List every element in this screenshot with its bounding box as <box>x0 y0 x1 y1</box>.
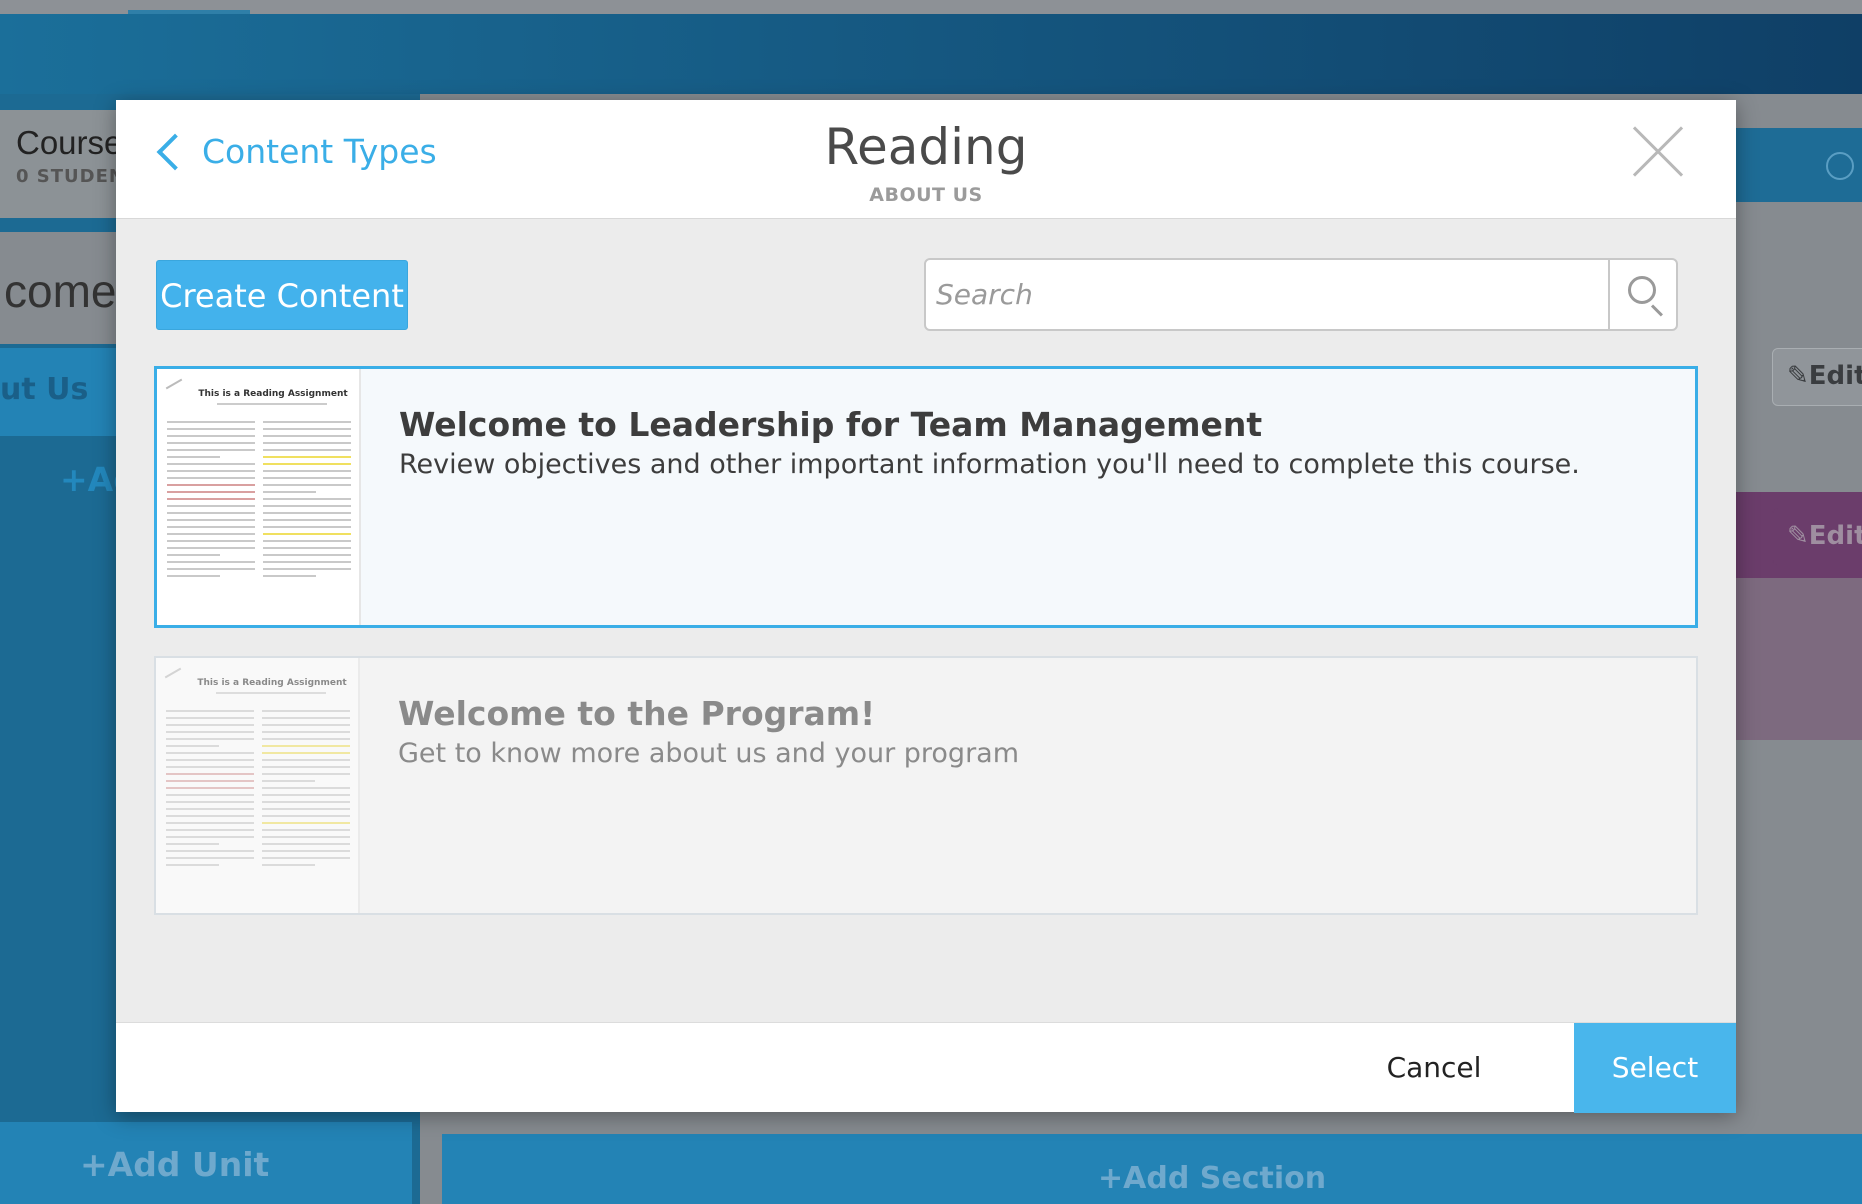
welcome-fragment: come! <box>4 265 130 317</box>
edit-button-2: ✎Edit <box>1772 508 1862 566</box>
reading-thumbnail: This is a Reading Assignment <box>157 369 361 625</box>
content-item[interactable]: This is a Reading Assignment Welcome to … <box>154 656 1698 915</box>
modal-footer: Cancel Select <box>116 1022 1736 1113</box>
content-picker-modal: Content Types Reading ABOUT US Create Co… <box>116 100 1736 1113</box>
modal-subtitle: ABOUT US <box>869 184 983 206</box>
content-item-selected[interactable]: This is a Reading Assignment Welcome to … <box>154 366 1698 628</box>
page-fold <box>164 667 182 679</box>
add-unit-label: +Add Unit <box>80 1145 270 1184</box>
top-nav-strip <box>0 0 1862 14</box>
thumbnail-title: This is a Reading Assignment <box>197 678 347 688</box>
content-item-title: Welcome to Leadership for Team Managemen… <box>399 405 1263 444</box>
content-item-title: Welcome to the Program! <box>398 694 876 733</box>
edit-button: ✎Edit <box>1772 348 1862 406</box>
search-icon-handle <box>1650 304 1663 317</box>
section-band-purple-light <box>1736 578 1862 740</box>
thumbnail-text-column <box>167 421 255 582</box>
close-icon[interactable] <box>1632 126 1684 178</box>
reading-thumbnail: This is a Reading Assignment <box>156 658 360 913</box>
modal-header: Content Types Reading ABOUT US <box>116 100 1736 219</box>
search-box <box>924 258 1678 331</box>
search-button[interactable] <box>1608 260 1678 329</box>
edit-label: Edit <box>1808 361 1862 391</box>
page-fold <box>165 378 183 390</box>
thumbnail-title: This is a Reading Assignment <box>198 389 348 399</box>
thumbnail-subtitle-line <box>216 692 326 694</box>
thumbnail-text-column <box>263 421 351 582</box>
chevron-down-icon <box>1826 152 1854 180</box>
add-section-label: +Add Section <box>1098 1161 1327 1196</box>
search-input[interactable] <box>926 260 1606 329</box>
content-item-description: Review objectives and other important in… <box>399 449 1580 480</box>
edit-label: Edit <box>1808 521 1862 551</box>
thumbnail-subtitle-line <box>217 403 327 405</box>
thumbnail-text-column <box>262 710 350 871</box>
search-icon <box>1628 276 1656 304</box>
select-button[interactable]: Select <box>1574 1023 1736 1113</box>
create-content-button[interactable]: Create Content <box>156 260 408 330</box>
modal-title: Reading <box>824 118 1028 176</box>
about-us-label: ut Us <box>0 372 89 407</box>
thumbnail-text-column <box>166 710 254 871</box>
cancel-button[interactable]: Cancel <box>1344 1023 1524 1113</box>
header-banner <box>0 14 1862 94</box>
course-title: Course <box>16 124 123 161</box>
content-item-description: Get to know more about us and your progr… <box>398 738 1020 769</box>
